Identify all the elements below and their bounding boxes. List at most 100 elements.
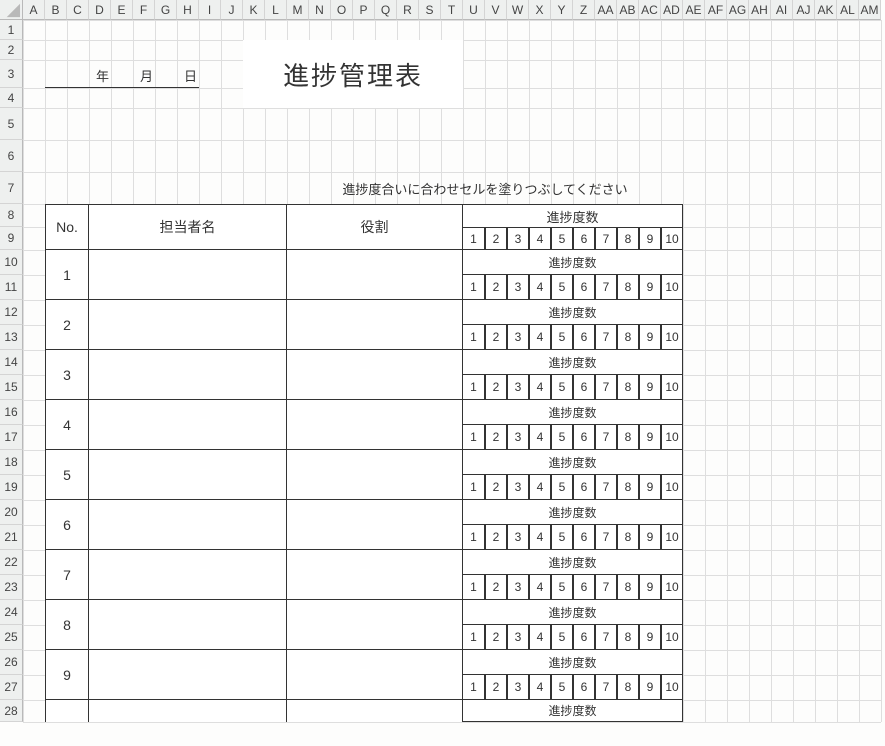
col-header-AB[interactable]: AB	[617, 0, 639, 20]
cell-progress-1-2[interactable]: 2	[485, 275, 507, 300]
cell-progress-3-5[interactable]: 5	[551, 375, 573, 400]
cell-progress-8-1[interactable]: 1	[463, 625, 485, 650]
row-header-26[interactable]: 26	[0, 650, 23, 675]
row-header-1[interactable]: 1	[0, 20, 23, 40]
row-header-25[interactable]: 25	[0, 625, 23, 650]
cell-progress-7-4[interactable]: 4	[529, 575, 551, 600]
row-header-9[interactable]: 9	[0, 227, 23, 250]
col-header-AD[interactable]: AD	[661, 0, 683, 20]
cell-role-1[interactable]	[287, 250, 463, 300]
cell-progress-2-2[interactable]: 2	[485, 325, 507, 350]
cell-progress-8-8[interactable]: 8	[617, 625, 639, 650]
cell-progress-9-6[interactable]: 6	[573, 675, 595, 700]
col-header-P[interactable]: P	[353, 0, 375, 20]
cell-progress-6-6[interactable]: 6	[573, 525, 595, 550]
cell-progress-3-9[interactable]: 9	[639, 375, 661, 400]
cell-progress-9-7[interactable]: 7	[595, 675, 617, 700]
col-header-AF[interactable]: AF	[705, 0, 727, 20]
row-header-12[interactable]: 12	[0, 300, 23, 325]
row-header-15[interactable]: 15	[0, 375, 23, 400]
cell-progress-5-8[interactable]: 8	[617, 475, 639, 500]
cell-person-1[interactable]	[89, 250, 287, 300]
cell-progress-7-7[interactable]: 7	[595, 575, 617, 600]
cell-progress-5-1[interactable]: 1	[463, 475, 485, 500]
col-header-Q[interactable]: Q	[375, 0, 397, 20]
row-header-3[interactable]: 3	[0, 60, 23, 88]
cell-progress-2-4[interactable]: 4	[529, 325, 551, 350]
row-header-4[interactable]: 4	[0, 88, 23, 108]
cell-progress-9-9[interactable]: 9	[639, 675, 661, 700]
cell-progress-6-1[interactable]: 1	[463, 525, 485, 550]
col-header-M[interactable]: M	[287, 0, 309, 20]
cell-progress-2-10[interactable]: 10	[661, 325, 683, 350]
cell-progress-1-5[interactable]: 5	[551, 275, 573, 300]
row-header-13[interactable]: 13	[0, 325, 23, 350]
cell-progress-4-8[interactable]: 8	[617, 425, 639, 450]
cell-role-4[interactable]	[287, 400, 463, 450]
cell-progress-1-6[interactable]: 6	[573, 275, 595, 300]
col-header-T[interactable]: T	[441, 0, 463, 20]
cell-progress-6-7[interactable]: 7	[595, 525, 617, 550]
cell-progress-2-7[interactable]: 7	[595, 325, 617, 350]
cell-progress-6-10[interactable]: 10	[661, 525, 683, 550]
col-header-AG[interactable]: AG	[727, 0, 749, 20]
col-header-A[interactable]: A	[23, 0, 45, 20]
cell-progress-6-3[interactable]: 3	[507, 525, 529, 550]
cell-progress-6-9[interactable]: 9	[639, 525, 661, 550]
col-header-AL[interactable]: AL	[837, 0, 859, 20]
cell-role-2[interactable]	[287, 300, 463, 350]
cell-progress-7-9[interactable]: 9	[639, 575, 661, 600]
cell-progress-1-4[interactable]: 4	[529, 275, 551, 300]
cell-progress-7-5[interactable]: 5	[551, 575, 573, 600]
row-header-6[interactable]: 6	[0, 140, 23, 172]
cell-progress-3-1[interactable]: 1	[463, 375, 485, 400]
cell-progress-8-9[interactable]: 9	[639, 625, 661, 650]
cell-person-4[interactable]	[89, 400, 287, 450]
cell-progress-4-3[interactable]: 3	[507, 425, 529, 450]
row-header-17[interactable]: 17	[0, 425, 23, 450]
row-header-5[interactable]: 5	[0, 108, 23, 140]
cell-progress-7-2[interactable]: 2	[485, 575, 507, 600]
cell-progress-1-9[interactable]: 9	[639, 275, 661, 300]
cell-progress-5-7[interactable]: 7	[595, 475, 617, 500]
col-header-D[interactable]: D	[89, 0, 111, 20]
col-header-Z[interactable]: Z	[573, 0, 595, 20]
cell-progress-8-4[interactable]: 4	[529, 625, 551, 650]
cell-progress-5-9[interactable]: 9	[639, 475, 661, 500]
cell-progress-9-2[interactable]: 2	[485, 675, 507, 700]
cell-progress-3-6[interactable]: 6	[573, 375, 595, 400]
cell-progress-9-1[interactable]: 1	[463, 675, 485, 700]
cell-progress-8-2[interactable]: 2	[485, 625, 507, 650]
cell-progress-9-8[interactable]: 8	[617, 675, 639, 700]
col-header-W[interactable]: W	[507, 0, 529, 20]
col-header-L[interactable]: L	[265, 0, 287, 20]
cell-progress-9-4[interactable]: 4	[529, 675, 551, 700]
col-header-AE[interactable]: AE	[683, 0, 705, 20]
cell-progress-3-10[interactable]: 10	[661, 375, 683, 400]
cell-progress-6-4[interactable]: 4	[529, 525, 551, 550]
cell-person-2[interactable]	[89, 300, 287, 350]
cell-progress-1-7[interactable]: 7	[595, 275, 617, 300]
row-header-28[interactable]: 28	[0, 700, 23, 722]
cell-progress-1-10[interactable]: 10	[661, 275, 683, 300]
cell-progress-9-3[interactable]: 3	[507, 675, 529, 700]
date-month-field[interactable]: 月	[111, 60, 155, 88]
cell-progress-8-3[interactable]: 3	[507, 625, 529, 650]
cell-progress-8-7[interactable]: 7	[595, 625, 617, 650]
col-header-J[interactable]: J	[221, 0, 243, 20]
cell-progress-3-7[interactable]: 7	[595, 375, 617, 400]
cell-progress-5-5[interactable]: 5	[551, 475, 573, 500]
col-header-H[interactable]: H	[177, 0, 199, 20]
cell-progress-2-8[interactable]: 8	[617, 325, 639, 350]
row-header-7[interactable]: 7	[0, 172, 23, 204]
cell-progress-2-9[interactable]: 9	[639, 325, 661, 350]
cell-progress-2-6[interactable]: 6	[573, 325, 595, 350]
row-header-18[interactable]: 18	[0, 450, 23, 475]
row-header-21[interactable]: 21	[0, 525, 23, 550]
cell-person-8[interactable]	[89, 600, 287, 650]
cell-progress-6-2[interactable]: 2	[485, 525, 507, 550]
cell-role-7[interactable]	[287, 550, 463, 600]
cell-progress-5-2[interactable]: 2	[485, 475, 507, 500]
cell-progress-8-5[interactable]: 5	[551, 625, 573, 650]
select-all-corner[interactable]	[0, 0, 23, 20]
